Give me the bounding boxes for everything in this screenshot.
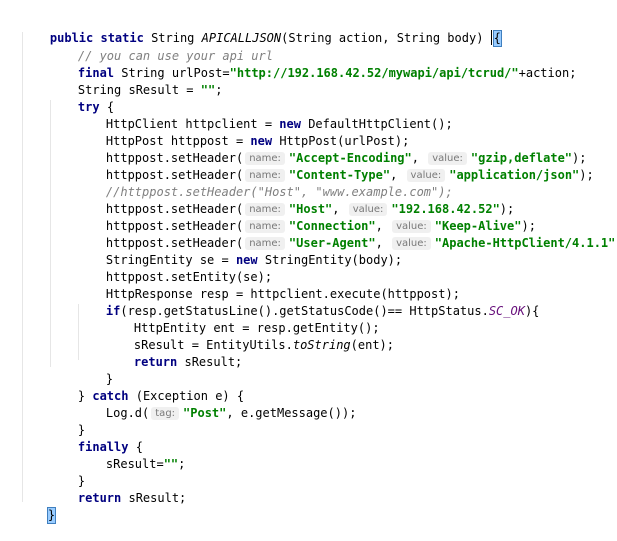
text-cursor [490,30,492,45]
code-text: ){ [524,304,540,318]
string-literal: "" [200,83,216,97]
code-line-11[interactable]: httppost.setHeader(name: "Host", value: "1… [77,184,514,216]
indent-guide [50,100,51,367]
string-literal: "Post" [183,406,227,420]
code-line-17[interactable]: if(resp.getStatusLine().getStatusCode()=… [77,286,540,318]
string-literal: "application/json" [449,168,580,182]
string-literal: "" [163,457,179,471]
code-line-19[interactable]: sResult = EntityUtils.toString(ent); [105,320,394,352]
code-editor[interactable]: public static String APICALLJSON(String … [0,0,617,524]
code-line-8[interactable]: httppost.setHeader(name: "Accept-Encoding… [77,133,587,165]
keyword: return [77,491,129,505]
code-text: StringEntity(body); [264,253,403,267]
code-text: ); [579,168,594,182]
code-line-13[interactable]: httppost.setHeader(name: "User-Agent", va… [77,218,617,250]
code-line-7[interactable]: HttpPost httppost = new HttpPost(urlPost… [77,116,409,148]
code-line-21[interactable]: } [77,354,113,386]
code-text: ; [178,457,186,471]
indent-guide [22,32,23,502]
method-name: toString [292,338,351,352]
code-line-26[interactable]: sResult=""; [77,439,185,471]
code-text: , e.getMessage()); [226,406,357,420]
code-line-2[interactable]: // you can use your api url [49,31,273,63]
code-line-5[interactable]: try { [49,82,114,114]
code-line-25[interactable]: finally { [49,422,143,454]
code-line-3[interactable]: final String urlPost="http://192.168.42.… [49,48,577,80]
code-line-6[interactable]: HttpClient httpclient = new DefaultHttpC… [77,99,453,131]
string-literal: "http://192.168.42.52/mywapi/api/tcrud/" [229,66,519,80]
code-line-29[interactable]: } [19,490,57,524]
code-line-4[interactable]: String sResult = ""; [49,65,223,97]
code-text: sResult; [128,491,187,505]
code-line-23[interactable]: Log.d(tag: "Post", e.getMessage()); [77,388,356,420]
code-text: sResult; [184,355,243,369]
code-line-16[interactable]: HttpResponse resp = httpclient.execute(h… [77,269,460,301]
code-text: Log.d( [105,406,150,420]
params: (String action, String body) [281,31,491,45]
static-field: SC_OK [488,304,525,318]
code-line-18[interactable]: HttpEntity ent = resp.getEntity(); [105,303,380,335]
code-line-15[interactable]: httppost.setEntity(se); [77,252,272,284]
code-line-20[interactable]: return sResult; [105,337,242,369]
matched-brace: { [492,30,502,47]
string-literal: "Apache-HttpClient/4.1.1" [434,236,616,250]
code-line-14[interactable]: StringEntity se = new StringEntity(body)… [77,235,402,267]
code-text: sResult= [105,457,164,471]
code-line-22[interactable]: } catch (Exception e) { [49,371,244,403]
code-text: (ent); [350,338,395,352]
code-line-27[interactable]: } [49,456,85,488]
code-line-12[interactable]: httppost.setHeader(name: "Connection", va… [77,201,536,233]
code-line-1[interactable]: public static String APICALLJSON(String … [21,13,502,47]
keyword: return [133,355,185,369]
code-line-10[interactable]: //httppost.setHeader("Host", "www.exampl… [77,167,453,199]
code-line-28[interactable]: return sResult; [49,473,186,505]
code-text: +action; [518,66,577,80]
code-line-9[interactable]: httppost.setHeader(name: "Content-Type", … [77,150,594,182]
code-line-24[interactable]: } [49,405,85,437]
param-hint: tag: [151,407,180,420]
code-text: ; [215,83,223,97]
